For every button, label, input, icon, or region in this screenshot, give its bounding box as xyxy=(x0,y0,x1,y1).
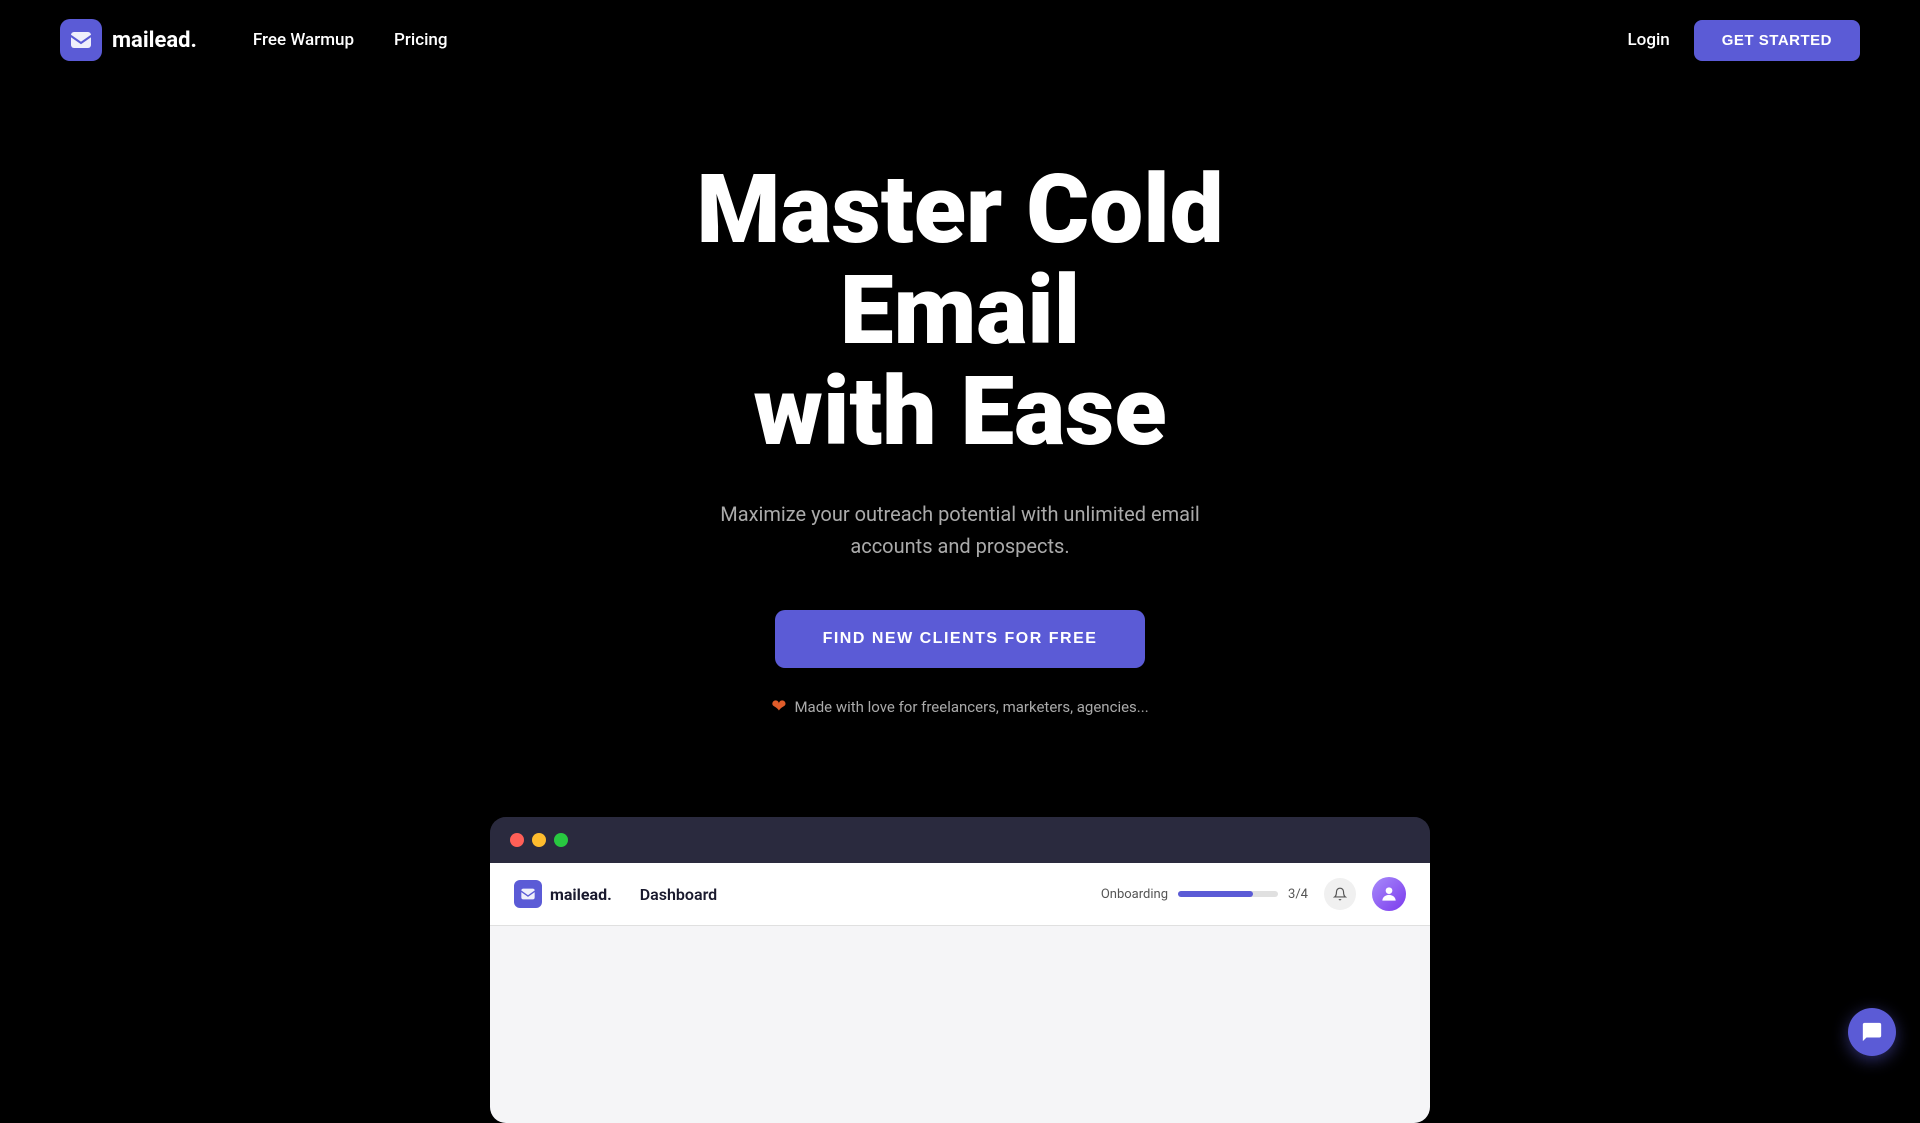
love-text-wrapper: ❤ Made with love for freelancers, market… xyxy=(771,696,1148,717)
onboarding-text: Onboarding xyxy=(1101,887,1168,902)
dashboard-inner: mailead. Dashboard Onboarding 3/4 xyxy=(490,863,1430,1123)
hero-subtitle: Maximize your outreach potential with un… xyxy=(710,498,1210,562)
onboarding-section: Onboarding 3/4 xyxy=(1101,887,1308,902)
onboarding-progress-track xyxy=(1178,891,1278,897)
logo-text: mailead. xyxy=(112,28,197,53)
hero-title-line1: Master Cold xyxy=(696,154,1223,266)
dashboard-right: Onboarding 3/4 xyxy=(1101,877,1406,911)
inner-logo: mailead. xyxy=(514,880,612,908)
nav-link-pricing[interactable]: Pricing xyxy=(378,22,464,58)
navbar: mailead. Free Warmup Pricing Login GET S… xyxy=(0,0,1920,80)
dashboard-topbar: mailead. Dashboard Onboarding 3/4 xyxy=(490,863,1430,926)
login-link[interactable]: Login xyxy=(1628,30,1670,50)
dashboard-preview-wrapper: mailead. Dashboard Onboarding 3/4 xyxy=(0,817,1920,1123)
traffic-light-yellow[interactable] xyxy=(532,833,546,847)
inner-logo-text: mailead. xyxy=(550,885,612,904)
hero-title: Master Cold Email with Ease xyxy=(696,160,1223,462)
chat-bubble-button[interactable] xyxy=(1848,1008,1896,1056)
love-text: Made with love for freelancers, marketer… xyxy=(794,698,1148,716)
traffic-light-green[interactable] xyxy=(554,833,568,847)
traffic-light-red[interactable] xyxy=(510,833,524,847)
onboarding-counter: 3/4 xyxy=(1288,887,1308,902)
cta-button[interactable]: FIND NEW CLIENTS FOR FREE xyxy=(775,610,1146,668)
get-started-button[interactable]: GET STARTED xyxy=(1694,20,1860,61)
dashboard-preview: mailead. Dashboard Onboarding 3/4 xyxy=(490,817,1430,1123)
nav-link-free-warmup[interactable]: Free Warmup xyxy=(237,22,370,58)
notifications-button[interactable] xyxy=(1324,878,1356,910)
dashboard-titlebar xyxy=(490,817,1430,863)
onboarding-progress-fill xyxy=(1178,891,1253,897)
heart-icon: ❤ xyxy=(771,696,786,717)
logo-icon xyxy=(60,19,102,61)
avatar[interactable] xyxy=(1372,877,1406,911)
inner-logo-icon xyxy=(514,880,542,908)
nav-right: Login GET STARTED xyxy=(1628,20,1861,61)
hero-section: Master Cold Email with Ease Maximize you… xyxy=(0,80,1920,777)
logo-link[interactable]: mailead. xyxy=(60,19,197,61)
hero-title-line3: with Ease xyxy=(753,356,1166,468)
nav-links: Free Warmup Pricing xyxy=(237,22,464,58)
dashboard-label: Dashboard xyxy=(640,885,717,904)
hero-title-line2: Email xyxy=(840,255,1080,367)
